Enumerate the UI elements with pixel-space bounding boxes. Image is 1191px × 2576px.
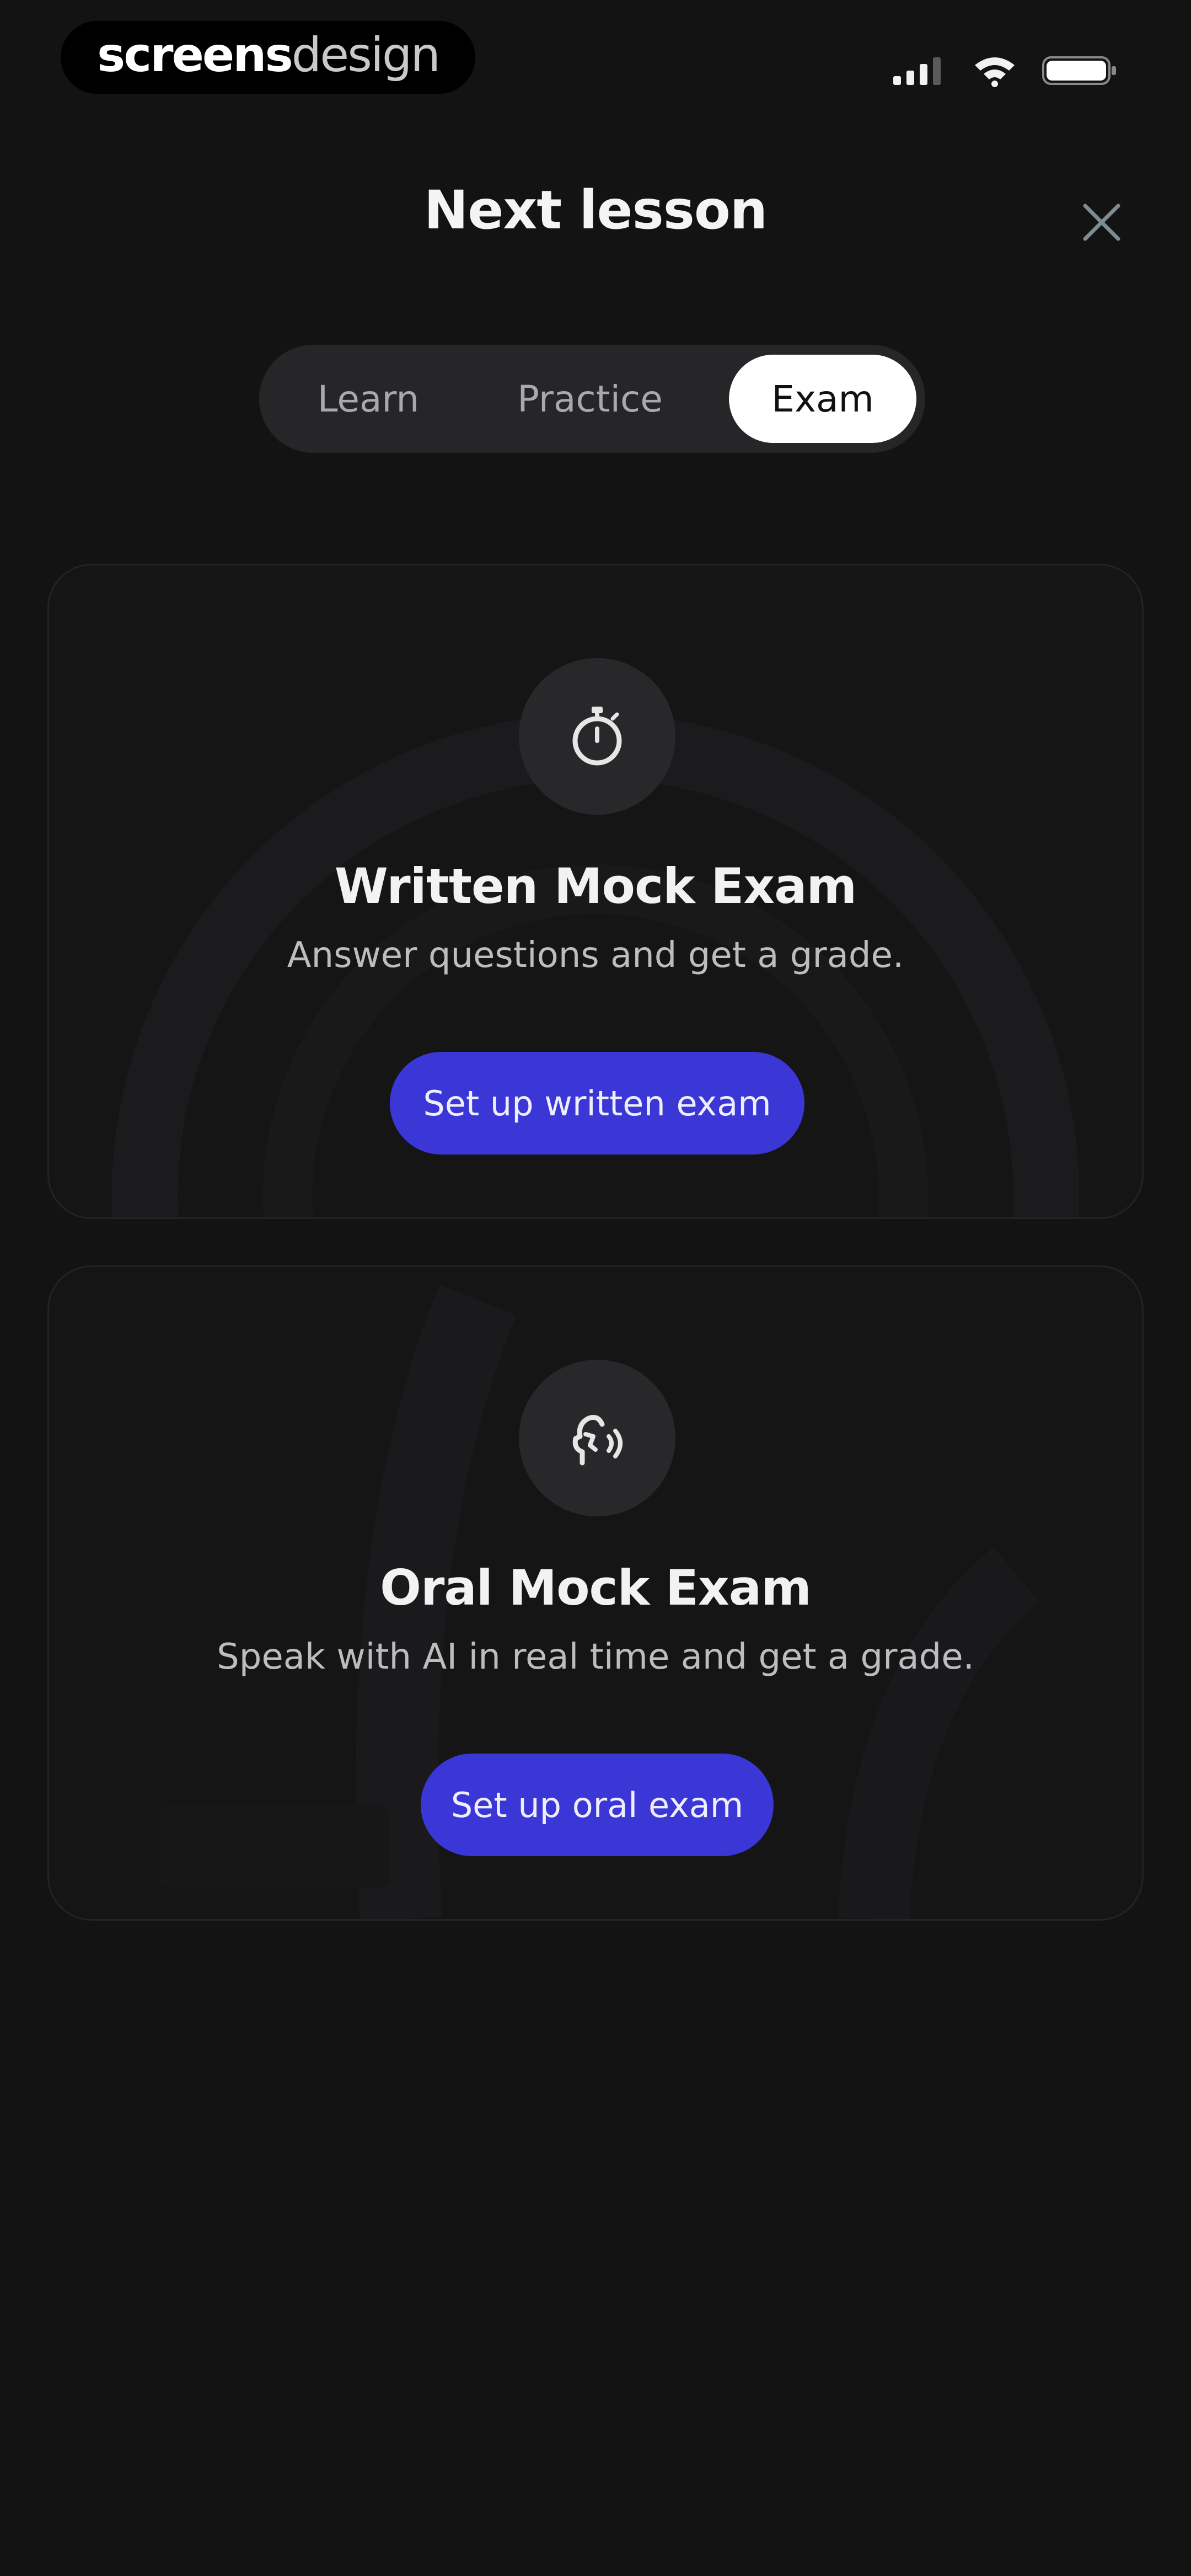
battery-icon bbox=[1042, 56, 1116, 85]
close-icon bbox=[1083, 204, 1120, 241]
close-button[interactable] bbox=[1075, 196, 1128, 249]
wifi-icon bbox=[975, 57, 1015, 87]
lesson-type-segmented-control: Learn Practice Exam bbox=[259, 345, 925, 453]
stopwatch-icon bbox=[572, 707, 622, 766]
brand-logo-part1: screens bbox=[97, 28, 293, 83]
set-up-oral-exam-button[interactable]: Set up oral exam bbox=[421, 1754, 774, 1856]
tab-exam[interactable]: Exam bbox=[729, 355, 916, 443]
cellular-signal-icon bbox=[893, 57, 941, 85]
card-description: Speak with AI in real time and get a gra… bbox=[217, 1637, 974, 1677]
status-icons bbox=[892, 54, 1119, 87]
tab-practice[interactable]: Practice bbox=[480, 355, 700, 443]
speaking-head-icon bbox=[572, 1415, 623, 1466]
speaking-head-icon-container bbox=[519, 1360, 675, 1516]
oral-mock-exam-card: Oral Mock Exam Speak with AI in real tim… bbox=[47, 1265, 1144, 1921]
brand-logo: screens design bbox=[61, 21, 475, 94]
tab-learn[interactable]: Learn bbox=[269, 355, 468, 443]
card-title: Oral Mock Exam bbox=[380, 1559, 812, 1616]
card-title: Written Mock Exam bbox=[334, 858, 857, 915]
written-mock-exam-card: Written Mock Exam Answer questions and g… bbox=[47, 564, 1144, 1219]
card-description: Answer questions and get a grade. bbox=[287, 935, 904, 976]
set-up-written-exam-button[interactable]: Set up written exam bbox=[390, 1052, 804, 1155]
page-title: Next lesson bbox=[423, 179, 768, 241]
stopwatch-icon-container bbox=[519, 658, 675, 815]
brand-logo-part2: design bbox=[291, 28, 441, 83]
screen: screensdesign Next lesson Learn Practic bbox=[0, 0, 1191, 2576]
